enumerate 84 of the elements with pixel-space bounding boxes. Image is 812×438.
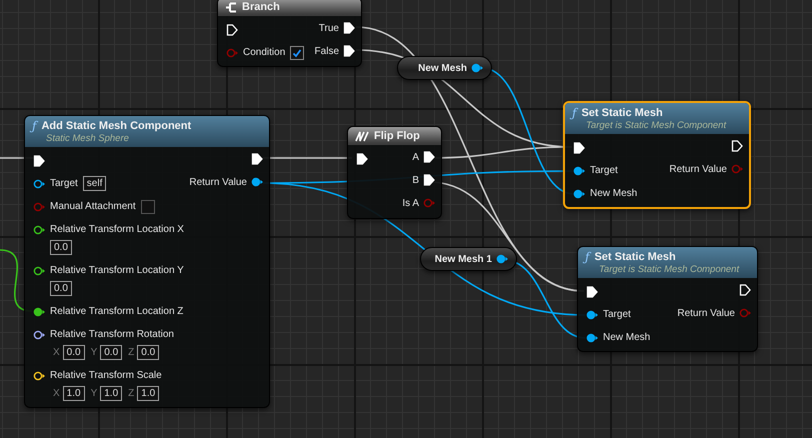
node-subtitle: Target is Static Mesh Component bbox=[598, 264, 740, 275]
function-icon: ƒ bbox=[572, 106, 576, 120]
node-title: New Mesh bbox=[418, 62, 467, 74]
data-pin-icon[interactable] bbox=[586, 332, 598, 344]
data-pin-icon[interactable] bbox=[33, 328, 45, 340]
function-icon: ƒ bbox=[32, 119, 36, 133]
variable-node[interactable]: New Mesh 1 bbox=[420, 247, 517, 271]
pin-label: Relative Transform Scale bbox=[50, 370, 162, 381]
exec-pin-icon[interactable] bbox=[33, 154, 45, 166]
macro-icon bbox=[355, 130, 369, 142]
data-pin-icon[interactable] bbox=[496, 253, 508, 265]
value-field[interactable]: self bbox=[82, 176, 106, 191]
axis-label: Y bbox=[90, 388, 98, 399]
data-pin-icon[interactable] bbox=[33, 224, 45, 236]
node-title: Add Static Mesh Component bbox=[41, 120, 192, 132]
pin-label: A bbox=[412, 152, 419, 162]
data-pin-icon[interactable] bbox=[573, 164, 585, 176]
node-title: Set Static Mesh bbox=[594, 251, 676, 263]
axis-label: X bbox=[53, 388, 60, 399]
exec-pin-icon[interactable] bbox=[343, 45, 355, 57]
node-title: Flip Flop bbox=[374, 130, 420, 142]
exec-pin-icon[interactable] bbox=[226, 24, 238, 36]
pin-label: Target bbox=[50, 178, 78, 189]
pin-label: Return Value bbox=[189, 176, 247, 188]
variable-node[interactable]: New Mesh bbox=[397, 56, 492, 80]
pin-label: New Mesh bbox=[603, 332, 650, 343]
exec-pin-icon[interactable] bbox=[423, 151, 435, 163]
axis-label: Z bbox=[128, 388, 134, 399]
pin-label: Manual Attachment bbox=[50, 201, 136, 212]
node-subtitle: Target is Static Mesh Component bbox=[585, 120, 728, 131]
exec-pin-icon[interactable] bbox=[739, 284, 751, 296]
data-pin-icon[interactable] bbox=[471, 62, 483, 74]
axis-label: Z bbox=[128, 347, 134, 358]
data-pin-icon[interactable] bbox=[33, 306, 45, 318]
data-pin-icon[interactable] bbox=[586, 308, 598, 320]
value-field[interactable]: 0.0 bbox=[50, 281, 72, 296]
pin-label: False bbox=[314, 46, 339, 56]
blueprint-node[interactable] bbox=[24, 115, 270, 408]
checkbox[interactable] bbox=[140, 200, 155, 214]
value-field[interactable]: 0.0 bbox=[100, 345, 122, 360]
exec-pin-icon[interactable] bbox=[356, 152, 368, 164]
node-title: Branch bbox=[242, 1, 280, 13]
checkbox[interactable] bbox=[290, 46, 304, 60]
value-field[interactable]: 1.0 bbox=[137, 386, 160, 401]
data-pin-icon[interactable] bbox=[573, 188, 585, 200]
pin-label: Relative Transform Location X bbox=[50, 224, 184, 235]
function-icon: ƒ bbox=[585, 250, 590, 264]
pin-label: Target bbox=[590, 165, 618, 176]
axis-label: Y bbox=[90, 347, 98, 358]
pin-label: Target bbox=[603, 309, 631, 320]
exec-pin-icon[interactable] bbox=[586, 286, 598, 298]
data-pin-icon[interactable] bbox=[33, 264, 45, 276]
blueprint-node[interactable]: Flip Flop A B Is A bbox=[347, 126, 442, 219]
data-pin-icon[interactable] bbox=[33, 178, 45, 190]
node-title: New Mesh 1 bbox=[434, 254, 492, 264]
blueprint-node[interactable]: ƒ Set Static Mesh Target is Static Mesh Component Target Return Value New Mesh bbox=[563, 101, 751, 209]
value-field[interactable]: 1.0 bbox=[62, 386, 85, 401]
pin-label: Relative Transform Rotation bbox=[50, 329, 174, 340]
pin-label: Return Value bbox=[669, 164, 727, 174]
value-field[interactable]: 1.0 bbox=[100, 386, 122, 401]
exec-pin-icon[interactable] bbox=[573, 142, 585, 154]
pin-label: Relative Transform Location Z bbox=[50, 306, 184, 317]
value-field[interactable]: 0.0 bbox=[62, 345, 85, 360]
node-title: Set Static Mesh bbox=[581, 107, 663, 119]
value-field[interactable]: 0.0 bbox=[50, 240, 72, 255]
exec-pin-icon[interactable] bbox=[731, 140, 743, 152]
data-pin-icon[interactable] bbox=[33, 370, 45, 382]
blueprint-node[interactable]: Branch True Condition False bbox=[217, 0, 362, 67]
value-field[interactable]: 0.0 bbox=[137, 345, 160, 360]
axis-label: X bbox=[53, 347, 60, 358]
branch-icon bbox=[225, 2, 237, 12]
pin-label: Condition bbox=[243, 47, 286, 58]
exec-pin-icon[interactable] bbox=[251, 153, 263, 165]
pin-label: Return Value bbox=[677, 308, 735, 318]
data-pin-icon[interactable] bbox=[251, 176, 263, 188]
pin-label: Is A bbox=[402, 198, 419, 208]
node-subtitle: Static Mesh Sphere bbox=[45, 133, 130, 144]
exec-pin-icon[interactable] bbox=[423, 174, 435, 186]
exec-pin-icon[interactable] bbox=[343, 22, 355, 34]
pin-label: True bbox=[318, 22, 339, 34]
blueprint-node[interactable]: ƒ Set Static Mesh Target is Static Mesh Component Target Return Value New Mesh bbox=[577, 246, 758, 352]
pin-label: New Mesh bbox=[590, 188, 638, 199]
pin-label: B bbox=[412, 174, 419, 186]
pin-label: Relative Transform Location Y bbox=[50, 265, 184, 276]
